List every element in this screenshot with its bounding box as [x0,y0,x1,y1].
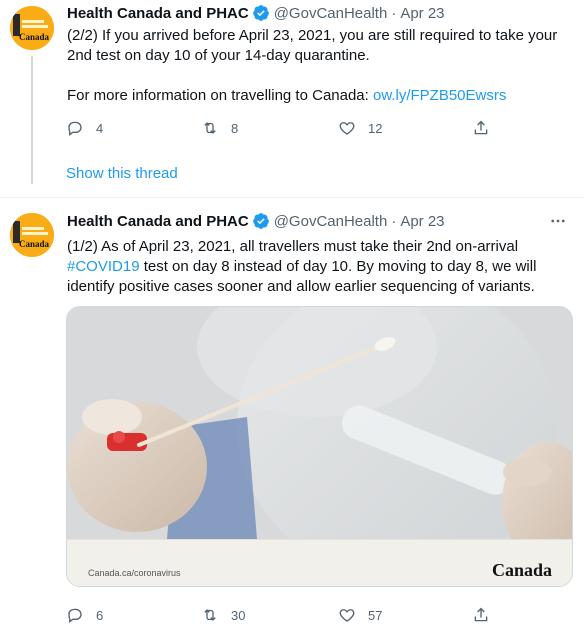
tweet-actions: 4 8 12 [66,118,496,138]
reply-icon [68,121,82,136]
share-icon [474,607,488,622]
card-footer: Canada.ca/coronavirus Canada [67,539,572,586]
tweet-text: (1/2) As of April 23, 2021, all travelle… [67,237,568,297]
tweet-text-fragment: (1/2) As of April 23, 2021, all travelle… [67,238,519,255]
avatar-logo-icon: Canada [10,213,54,257]
card-source: Canada.ca/coronavirus [88,568,181,578]
verified-badge-icon [252,212,270,230]
card-image [67,307,572,539]
share-button[interactable] [472,605,490,625]
reply-button[interactable]: 4 [66,118,103,138]
author-name[interactable]: Health Canada and PHAC [67,213,249,230]
show-thread-link[interactable]: Show this thread [66,165,178,182]
author-handle[interactable]: @GovCanHealth [274,5,388,22]
svg-text:Canada: Canada [19,32,50,42]
tweet-text-line: For more information on travelling to Ca… [67,86,568,106]
like-button[interactable]: 12 [338,118,382,138]
external-link[interactable]: ow.ly/FPZB50Ewsrs [373,87,506,104]
tweet[interactable]: Canada Health Canada and PHAC @GovCanHea… [0,0,584,184]
avatar[interactable]: Canada [10,213,54,257]
retweet-count: 30 [231,607,246,623]
retweet-icon [204,122,216,134]
retweet-button[interactable]: 8 [201,118,238,138]
canada-wordmark: Canada [491,560,552,580]
reply-icon [68,608,82,623]
reply-count: 6 [96,607,104,623]
tweet-date[interactable]: Apr 23 [400,5,444,22]
more-options-button[interactable] [548,211,568,231]
link-card[interactable]: Canada.ca/coronavirus Canada [66,306,573,587]
separator: · [391,212,397,230]
timeline: Canada Health Canada and PHAC @GovCanHea… [0,0,584,628]
more-icon [551,219,565,223]
tweet[interactable]: Canada Health Canada and PHAC @GovCanHea… [0,205,584,628]
tweet-text-line: (2/2) If you arrived before April 23, 20… [67,27,558,64]
like-count: 57 [368,607,383,623]
verified-badge-icon [252,4,270,22]
tweet-text-fragment: For more information on travelling to Ca… [67,87,373,104]
hashtag-link[interactable]: #COVID19 [67,258,140,275]
reply-button[interactable]: 6 [66,605,103,625]
share-icon [474,120,488,135]
retweet-count: 8 [231,120,239,136]
tweet-actions: 6 30 57 [66,605,496,625]
author-handle[interactable]: @GovCanHealth [274,213,388,230]
retweet-icon [204,609,216,621]
heart-icon [339,609,355,622]
retweet-button[interactable]: 30 [201,605,245,625]
like-button[interactable]: 57 [338,605,382,625]
thread-connector [31,56,33,184]
like-count: 12 [368,120,383,136]
swab-test-illustration [67,307,572,539]
svg-text:Canada: Canada [19,239,50,249]
share-button[interactable] [472,118,490,138]
tweet-text: (2/2) If you arrived before April 23, 20… [67,26,568,106]
tweet-text-line: (1/2) As of April 23, 2021, all travelle… [67,237,568,297]
separator: · [391,4,397,22]
avatar[interactable]: Canada [10,6,54,50]
heart-icon [339,122,355,135]
tweet-divider [0,197,584,198]
author-name[interactable]: Health Canada and PHAC [67,5,249,22]
tweet-date[interactable]: Apr 23 [400,213,444,230]
avatar-logo-icon: Canada [10,6,54,50]
tweet-header: Health Canada and PHAC @GovCanHealth · A… [67,211,568,231]
reply-count: 4 [96,120,104,136]
tweet-header: Health Canada and PHAC @GovCanHealth · A… [67,3,568,23]
